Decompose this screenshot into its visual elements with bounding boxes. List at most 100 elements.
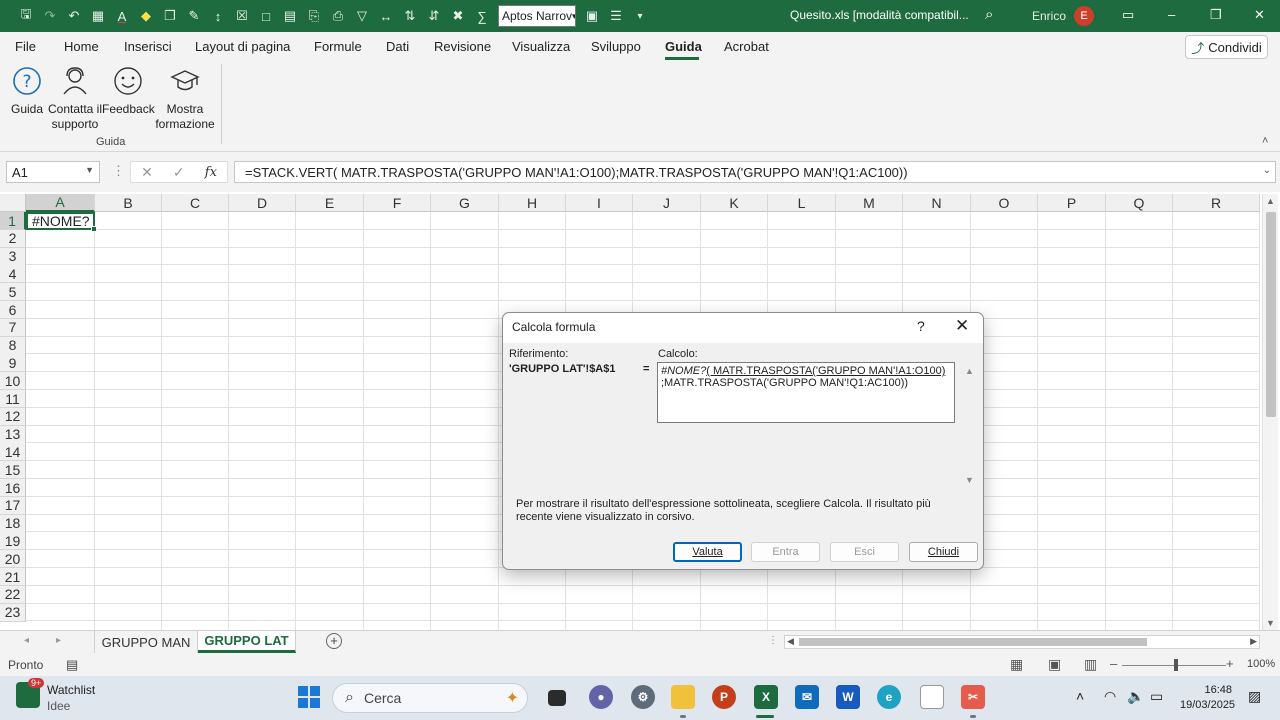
cancel-icon[interactable]: ✕ [141, 164, 153, 181]
column-header-e[interactable]: E [296, 194, 364, 212]
fill-color-icon[interactable]: ◆ [134, 4, 158, 28]
sort-asc-icon[interactable]: ⇅ [398, 4, 422, 28]
dialog-help-button[interactable]: ? [917, 318, 925, 334]
tab-acrobat[interactable]: Acrobat [724, 39, 769, 54]
font-name-box[interactable]: Aptos Narrov ▾ [498, 5, 576, 27]
tab-file[interactable]: File [15, 39, 36, 54]
column-header-g[interactable]: G [431, 194, 499, 212]
column-header-b[interactable]: B [95, 194, 162, 212]
row-header-17[interactable]: 17 [0, 496, 26, 515]
tab-page-layout[interactable]: Layout di pagina [195, 39, 290, 54]
cell-a1[interactable]: #NOME? [26, 212, 97, 232]
sort-desc-icon[interactable]: ⇵ [422, 4, 446, 28]
tab-help[interactable]: Guida [665, 39, 702, 54]
scroll-left-icon[interactable]: ◀ [787, 636, 794, 647]
chevron-down-icon[interactable]: ▼ [85, 165, 94, 175]
row-header-22[interactable]: 22 [0, 585, 26, 604]
row-header-12[interactable]: 12 [0, 407, 26, 426]
row-header-3[interactable]: 3 [0, 247, 26, 266]
edge-icon[interactable]: e [877, 685, 901, 709]
normal-view-icon[interactable]: ▦ [1010, 656, 1023, 673]
start-icon[interactable] [298, 686, 320, 708]
formula-bar-grip-icon[interactable]: ⋮ [112, 163, 125, 179]
excel-icon[interactable]: X [754, 685, 778, 709]
next-sheet-icon[interactable]: ▸ [56, 635, 61, 646]
row-header-15[interactable]: 15 [0, 461, 26, 480]
clock[interactable]: 16:48 19/03/2025 [1180, 683, 1235, 713]
column-header-o[interactable]: O [971, 194, 1038, 212]
folder-icon[interactable] [671, 685, 695, 709]
minimize-icon[interactable]: – [1168, 7, 1175, 22]
save-icon[interactable]: 🖫 [14, 4, 38, 28]
merge-icon[interactable]: ↔ [374, 4, 398, 28]
scroll-right-icon[interactable]: ▶ [1250, 636, 1257, 647]
training-button[interactable]: Mostra formazione [153, 66, 217, 132]
row-header-19[interactable]: 19 [0, 532, 26, 551]
column-header-h[interactable]: H [499, 194, 566, 212]
row-header-13[interactable]: 13 [0, 425, 26, 444]
horizontal-scrollbar[interactable]: ◀ ▶ [784, 635, 1260, 649]
row-header-16[interactable]: 16 [0, 479, 26, 497]
tab-review[interactable]: Revisione [434, 39, 491, 54]
tab-home[interactable]: Home [64, 39, 99, 54]
row-header-21[interactable]: 21 [0, 568, 26, 586]
accessibility-icon[interactable]: ▤ [66, 657, 78, 673]
feedback-button[interactable]: Feedback [102, 66, 155, 117]
restore-icon[interactable]: ❐ [1210, 7, 1222, 23]
name-box[interactable]: A1 ▼ [6, 161, 100, 183]
battery-icon[interactable]: ▭ [1150, 688, 1163, 705]
tab-split-icon[interactable]: ⋮ [768, 635, 778, 646]
scroll-down-icon[interactable]: ▼ [1266, 618, 1275, 628]
redo-icon[interactable]: ↷ [38, 4, 62, 28]
row-header-8[interactable]: 8 [0, 336, 26, 355]
zoom-slider-handle[interactable] [1174, 659, 1178, 671]
column-header-c[interactable]: C [162, 194, 229, 212]
step-in-button[interactable]: Entra [751, 542, 820, 562]
powerpoint-icon[interactable]: P [712, 685, 736, 709]
autosum-icon[interactable]: ∑ [470, 4, 494, 28]
close-button[interactable]: Chiudi [909, 542, 978, 562]
column-header-k[interactable]: K [701, 194, 768, 212]
row-header-10[interactable]: 10 [0, 372, 26, 391]
insert-function-icon[interactable]: fx [205, 165, 217, 180]
zoom-level[interactable]: 100% [1247, 658, 1275, 670]
vertical-scrollbar[interactable]: ▲ ▼ [1262, 194, 1278, 630]
table-icon[interactable]: ▣ [580, 4, 604, 28]
delete-cells-icon[interactable]: ☒ [230, 4, 254, 28]
column-header-n[interactable]: N [903, 194, 971, 212]
column-header-r[interactable]: R [1173, 194, 1260, 212]
new-file-icon[interactable]: □ [254, 4, 278, 28]
dialog-scroll-up-icon[interactable]: ▲ [965, 366, 974, 376]
copy-icon[interactable]: ❐ [158, 4, 182, 28]
print-icon[interactable]: ⎙ [326, 4, 350, 28]
teams-icon[interactable]: ● [589, 685, 613, 709]
add-sheet-icon[interactable]: + [326, 633, 342, 649]
expand-formula-icon[interactable]: ⌄ [1263, 165, 1271, 176]
help-button[interactable]: ? Guida [6, 66, 48, 117]
column-header-m[interactable]: M [836, 194, 903, 212]
vertical-scroll-thumb[interactable] [1266, 212, 1276, 417]
step-out-button[interactable]: Esci [830, 542, 899, 562]
formula-input[interactable]: =STACK.VERT( MATR.TRASPOSTA('GRUPPO MAN'… [234, 161, 1276, 183]
widget-icon[interactable]: 9+ [16, 678, 45, 708]
row-header-9[interactable]: 9 [0, 354, 26, 373]
row-header-11[interactable]: 11 [0, 390, 26, 408]
scroll-up-icon[interactable]: ▲ [1266, 196, 1275, 206]
share-button[interactable]: ⤴ Condividi [1185, 35, 1268, 59]
page-break-view-icon[interactable]: ▥ [1084, 656, 1097, 673]
font-color-icon[interactable]: A [110, 4, 134, 28]
open-file-icon[interactable]: ▤ [278, 4, 302, 28]
list-icon[interactable]: ☰ [604, 4, 628, 28]
notifications-icon[interactable]: ▨ [1248, 688, 1261, 705]
word-icon[interactable]: W [836, 685, 860, 709]
zoom-out-icon[interactable]: – [1110, 656, 1117, 671]
chevron-up-icon[interactable]: ˄ [1076, 688, 1084, 704]
row-header-18[interactable]: 18 [0, 514, 26, 533]
dialog-scroll-down-icon[interactable]: ▼ [965, 475, 974, 485]
wifi-icon[interactable]: ◠ [1104, 688, 1116, 705]
enter-icon[interactable]: ✓ [173, 164, 185, 181]
prev-sheet-icon[interactable]: ◂ [24, 635, 29, 646]
row-header-5[interactable]: 5 [0, 283, 26, 302]
row-header-2[interactable]: 2 [0, 229, 26, 248]
tab-view[interactable]: Visualizza [512, 39, 570, 54]
